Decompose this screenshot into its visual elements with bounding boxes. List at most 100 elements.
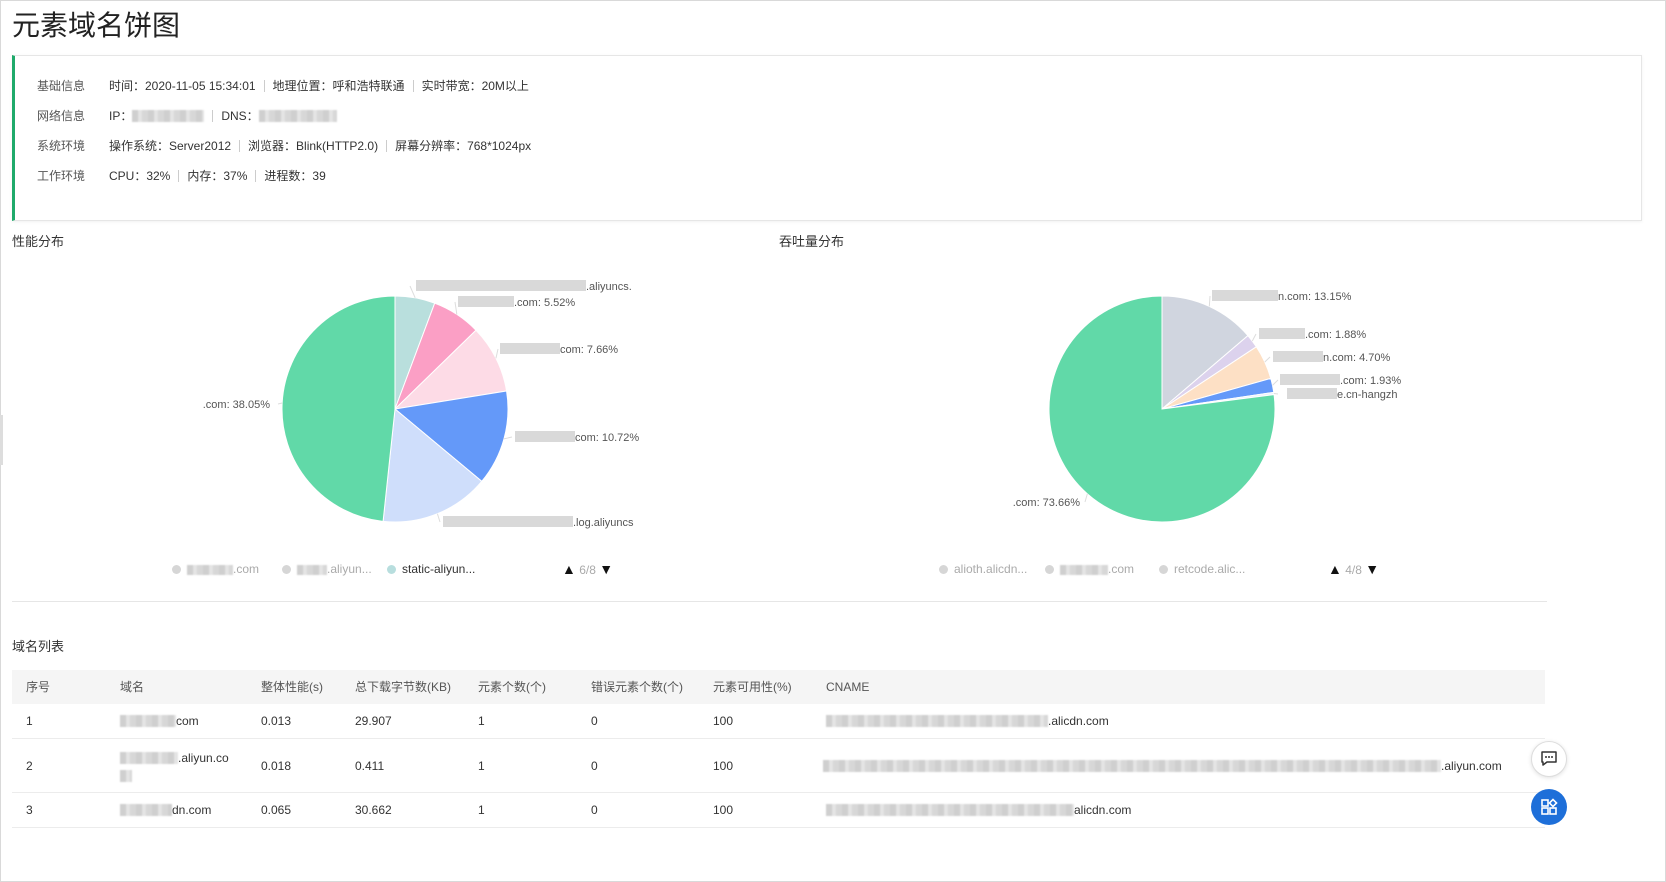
row-number: 3 bbox=[26, 803, 33, 817]
row-bytes: 30.662 bbox=[355, 803, 392, 817]
info-processes: 进程数：39 bbox=[264, 169, 326, 183]
performance-legend: .com .aliyun... static-aliyun... bbox=[172, 562, 492, 578]
row-count: 1 bbox=[478, 759, 485, 773]
performance-pie-chart: .aliyuncs. .com: 5.52% com: 7.66% com: 10.7… bbox=[203, 280, 639, 529]
label-leader-line bbox=[409, 285, 416, 299]
column-header[interactable]: 整体性能(s) bbox=[261, 670, 323, 704]
performance-legend-pager: ▲ 6/8 ▼ bbox=[562, 561, 613, 577]
page-indicator: 4/8 bbox=[1345, 563, 1362, 577]
slice-label: .com: 5.52% bbox=[514, 297, 575, 309]
info-card: 基础信息 时间：2020-11-05 15:34:01 地理位置：呼和浩特联通 实时带… bbox=[12, 55, 1642, 221]
row-domain: com bbox=[120, 704, 199, 738]
info-bandwidth: 实时带宽：20M以上 bbox=[421, 79, 529, 93]
label-leader-line bbox=[1264, 356, 1271, 363]
info-dns-redacted bbox=[258, 110, 337, 122]
table-row[interactable]: 3 dn.com 0.065 30.662 1 0 100 alicdn.com bbox=[12, 793, 1545, 828]
row-perf: 0.065 bbox=[261, 803, 292, 817]
info-ip-redacted bbox=[132, 110, 205, 122]
row-cname: .aliyun.com bbox=[823, 739, 1502, 793]
info-row-work: 工作环境 CPU：32% 内存：37% 进程数：39 bbox=[37, 166, 326, 186]
row-number: 1 bbox=[26, 714, 33, 728]
slice-label: .com: 73.66% bbox=[1013, 497, 1080, 509]
redacted-label bbox=[1287, 388, 1337, 399]
legend-item[interactable]: .com bbox=[172, 562, 259, 576]
slice-label: .log.aliyuncs bbox=[573, 517, 634, 529]
column-header[interactable]: 域名 bbox=[120, 670, 144, 704]
throughput-legend: alioth.alicdn... .com retcode.alic... bbox=[939, 562, 1259, 578]
page-down-icon[interactable]: ▼ bbox=[599, 561, 613, 577]
throughput-title: 吞吐量分布 bbox=[779, 234, 845, 249]
label-leader-line bbox=[1273, 392, 1279, 395]
slice-label: n.com: 4.70% bbox=[1323, 352, 1390, 364]
row-errors: 0 bbox=[591, 759, 598, 773]
redacted-label bbox=[458, 296, 514, 307]
row-errors: 0 bbox=[591, 803, 598, 817]
label-leader-line bbox=[1208, 295, 1211, 307]
row-domain: dn.com bbox=[120, 793, 211, 827]
performance-title: 性能分布 bbox=[12, 234, 65, 249]
label-leader-line bbox=[503, 436, 513, 440]
row-errors: 0 bbox=[591, 714, 598, 728]
grid-apps-icon[interactable] bbox=[1531, 789, 1567, 825]
redacted-label bbox=[1273, 351, 1323, 362]
redacted-label bbox=[416, 280, 586, 291]
redacted-label bbox=[1259, 328, 1305, 339]
row-bytes: 0.411 bbox=[355, 759, 385, 773]
page-up-icon[interactable]: ▲ bbox=[562, 561, 576, 577]
page-down-icon[interactable]: ▼ bbox=[1365, 561, 1379, 577]
row-count: 1 bbox=[478, 714, 485, 728]
slice-label: .com: 38.05% bbox=[203, 399, 270, 411]
legend-item[interactable]: alioth.alicdn... bbox=[939, 562, 1027, 576]
redacted-label bbox=[515, 431, 575, 442]
column-header[interactable]: CNAME bbox=[826, 670, 869, 704]
info-ip-label: IP： bbox=[109, 109, 133, 123]
page-indicator: 6/8 bbox=[579, 563, 596, 577]
column-header[interactable]: 总下载字节数(KB) bbox=[355, 670, 451, 704]
domains-title: 域名列表 bbox=[12, 639, 65, 654]
row-number: 2 bbox=[26, 759, 33, 773]
row-perf: 0.013 bbox=[261, 714, 292, 728]
info-label: 网络信息 bbox=[37, 109, 86, 123]
slice-label: n.com: 13.15% bbox=[1278, 291, 1352, 303]
row-domain: .aliyun.co bbox=[120, 749, 238, 785]
info-location: 地理位置：呼和浩特联通 bbox=[272, 79, 405, 93]
throughput-pie-chart: n.com: 13.15% .com: 1.88% n.com: 4.70% .com… bbox=[1013, 290, 1401, 523]
column-header[interactable]: 元素可用性(%) bbox=[713, 670, 792, 704]
column-header[interactable]: 错误元素个数(个) bbox=[591, 670, 683, 704]
row-cname: alicdn.com bbox=[826, 793, 1131, 827]
slice-label: .com: 1.93% bbox=[1340, 375, 1401, 387]
info-browser: 浏览器：Blink(HTTP2.0) bbox=[248, 139, 379, 153]
label-leader-line bbox=[436, 513, 441, 523]
redacted-label bbox=[1212, 290, 1278, 301]
info-row-system: 系统环境 操作系统：Server2012 浏览器：Blink(HTTP2.0) 屏幕分… bbox=[37, 136, 531, 156]
column-header[interactable]: 序号 bbox=[26, 670, 50, 704]
redacted-label bbox=[1280, 374, 1340, 385]
info-row-basic: 基础信息 时间：2020-11-05 15:34:01 地理位置：呼和浩特联通 实时带… bbox=[37, 76, 529, 96]
info-label: 工作环境 bbox=[37, 169, 86, 183]
slice-label: .com: 1.88% bbox=[1305, 329, 1366, 341]
section-divider bbox=[12, 601, 1547, 602]
row-bytes: 29.907 bbox=[355, 714, 392, 728]
table-header: 序号 域名 整体性能(s) 总下载字节数(KB) 元素个数(个) 错误元素个数(… bbox=[12, 670, 1545, 704]
pie-slice[interactable] bbox=[281, 295, 396, 522]
table-row[interactable]: 1 com 0.013 29.907 1 0 100 .alicdn.com bbox=[12, 704, 1545, 739]
row-availability: 100 bbox=[713, 714, 734, 728]
table-row[interactable]: 2 .aliyun.co 0.018 0.411 1 0 100 .aliyun… bbox=[12, 739, 1545, 793]
label-leader-line bbox=[495, 348, 499, 359]
throughput-legend-pager: ▲ 4/8 ▼ bbox=[1328, 561, 1379, 577]
legend-item[interactable]: .aliyun... bbox=[282, 562, 372, 576]
legend-item[interactable]: .com bbox=[1045, 562, 1134, 576]
legend-item[interactable]: retcode.alic... bbox=[1159, 562, 1245, 576]
slice-label: com: 7.66% bbox=[560, 344, 618, 356]
label-leader-line bbox=[1272, 379, 1279, 386]
info-row-network: 网络信息 IP： DNS： bbox=[37, 106, 337, 126]
page-up-icon[interactable]: ▲ bbox=[1328, 561, 1342, 577]
row-availability: 100 bbox=[713, 759, 734, 773]
chat-bubble-icon[interactable] bbox=[1531, 741, 1567, 777]
column-header[interactable]: 元素个数(个) bbox=[478, 670, 546, 704]
info-label: 基础信息 bbox=[37, 79, 86, 93]
legend-item[interactable]: static-aliyun... bbox=[387, 562, 475, 576]
label-leader-line bbox=[454, 301, 458, 315]
label-leader-line bbox=[277, 402, 283, 405]
info-os: 操作系统：Server2012 bbox=[109, 139, 232, 153]
